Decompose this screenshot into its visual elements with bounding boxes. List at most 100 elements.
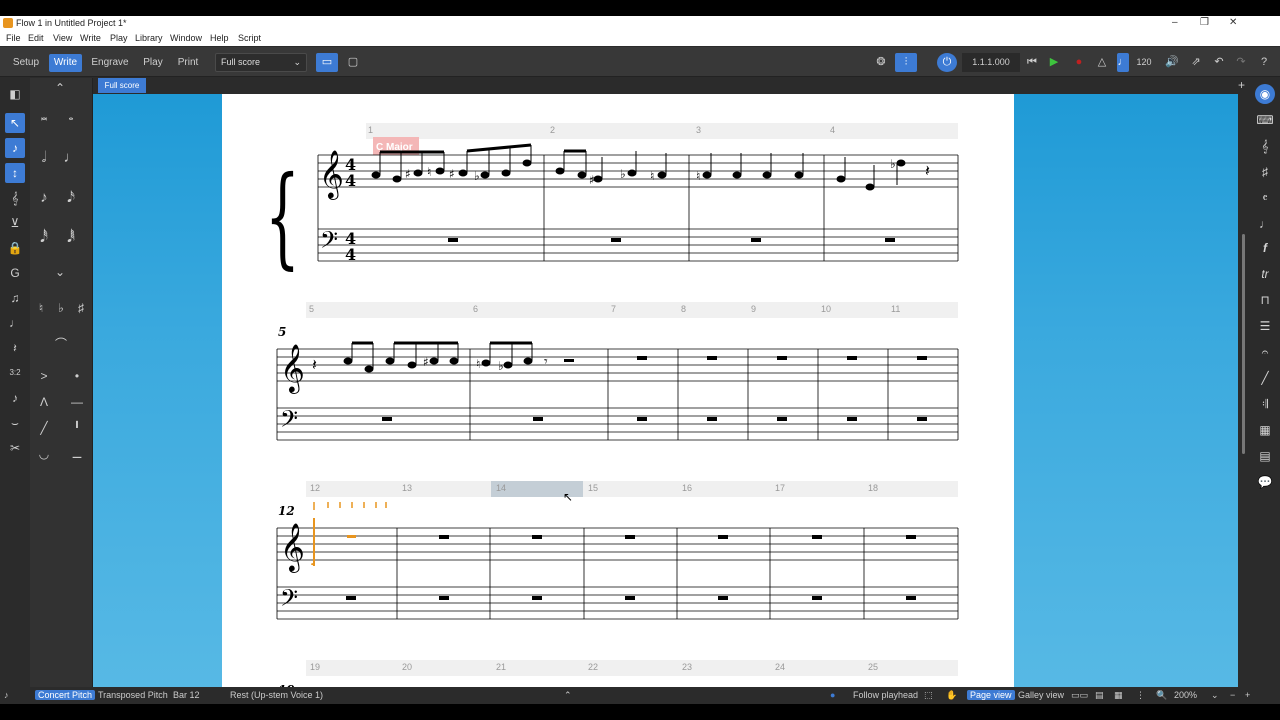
tuplet-icon[interactable]: 3:2 [5,363,25,383]
sliders-icon[interactable]: ⫶ [895,53,917,72]
page-view-toggle-icon[interactable]: ▭ [316,53,338,72]
zoom-out-icon[interactable]: − [1230,690,1235,700]
scrollbar-thumb[interactable] [1242,234,1245,454]
comments-icon[interactable]: 💬 [1255,472,1275,492]
follow-playhead-icon[interactable]: ● [830,690,835,700]
selected-rest[interactable] [347,535,356,538]
rewind-icon[interactable]: ⏮ [1024,53,1040,72]
note-icon[interactable]: ♩ [5,313,25,333]
menu-script[interactable]: Script [238,33,261,43]
close-button[interactable]: ✕ [1229,17,1237,28]
insert-mode-icon[interactable]: ↕ [5,163,25,183]
grace-note-icon[interactable]: ♪ [5,388,25,408]
tenuto-icon[interactable]: — [67,392,87,412]
chord-input-icon[interactable]: 𝄞 [5,188,25,208]
playing-technique-icon[interactable]: 𝄇 [1255,394,1275,414]
accent-icon[interactable]: > [34,366,54,386]
zoom-icon[interactable]: 🔍 [1156,690,1167,701]
redo-icon[interactable]: ↷ [1232,53,1250,72]
time-signature-icon[interactable]: 𝄴 [1255,188,1275,208]
spreads-icon[interactable]: ▭▭ [1071,690,1088,701]
mode-write[interactable]: Write [49,54,82,72]
power-icon[interactable]: ⏻ [937,53,957,72]
tenuto-staccato-icon[interactable]: ⚊ [67,444,87,464]
scissors-icon[interactable]: ✂ [5,438,25,458]
menu-write[interactable]: Write [80,33,101,43]
help-icon[interactable]: ? [1254,53,1274,72]
repeat-icon[interactable]: ⊓ [1255,290,1275,310]
record-icon[interactable]: ● [1071,53,1087,72]
dynamics-icon[interactable]: f [1255,238,1275,258]
score-notation[interactable]: 1 2 3 4 C Major { 𝄞 𝄢 4 4 4 4 ♯ ♮ ♯ ♭ ♯ … [222,94,1014,690]
maximize-button[interactable]: ❐ [1200,17,1209,28]
palette-icon[interactable]: ◉ [1255,84,1275,104]
zoom-level[interactable]: 200% [1174,690,1197,700]
concert-pitch-toggle[interactable]: Concert Pitch [35,690,96,700]
export-icon[interactable]: ⇗ [1187,53,1205,72]
note-input-status-icon[interactable]: ♪ [4,690,9,700]
mode-play[interactable]: Play [138,54,168,72]
panel-toggle-icon[interactable]: ◧ [5,84,25,104]
notes-bar-5-6[interactable] [343,341,533,373]
sharp-icon[interactable]: ♯ [71,298,91,318]
slash-voice-icon[interactable]: ⊻ [5,213,25,233]
holds-icon[interactable]: ☰ [1255,316,1275,336]
sixteenth-note-icon[interactable]: 𝅘𝅥𝅯 [61,188,81,208]
mode-print[interactable]: Print [172,54,204,72]
chevron-down-icon[interactable]: ⌄ [50,262,70,282]
force-duration-icon[interactable]: G [5,263,25,283]
whole-note-icon[interactable]: 𝅝 [61,106,81,126]
tempo-note-icon[interactable]: ♩ [1117,53,1129,72]
tempo-icon[interactable]: ♩ [1255,214,1275,234]
chevron-down-icon[interactable]: ⌄ [1211,690,1219,701]
notes-panel-icon[interactable]: ♫ [5,288,25,308]
menu-help[interactable]: Help [210,33,229,43]
sixty-fourth-note-icon[interactable]: 𝅘𝅥𝅱 [61,228,81,248]
slur-icon[interactable]: ⌒ [46,334,76,354]
rest-icon[interactable]: 𝄽 [5,338,25,358]
mode-engrave[interactable]: Engrave [88,54,132,72]
lyrics-icon[interactable]: ▤ [1255,446,1275,466]
tab-view-toggle-icon[interactable]: ▢ [342,53,364,72]
menu-window[interactable]: Window [170,33,202,43]
menu-library[interactable]: Library [135,33,163,43]
staccato-icon[interactable]: • [67,366,87,386]
thirty-second-note-icon[interactable]: 𝅘𝅥𝅰 [34,228,54,248]
keyboard-icon[interactable]: ⌨ [1255,110,1275,130]
quarter-note-icon[interactable]: ♩ [61,148,81,168]
mixer-icon[interactable]: ❂ [871,53,891,72]
tab-full-score[interactable]: Full score [98,78,146,93]
select-tool-icon[interactable]: ↖ [5,113,25,133]
transposed-pitch-toggle[interactable]: Transposed Pitch [95,690,171,700]
add-tab-icon[interactable]: + [1238,78,1245,92]
metronome-icon[interactable]: △ [1094,53,1110,72]
key-signature-icon[interactable]: ♯ [1255,162,1275,182]
page-arrangement-icon[interactable]: ⋮ [1136,690,1145,701]
minimize-button[interactable]: – [1172,17,1178,28]
zoom-in-icon[interactable]: + [1245,690,1250,700]
breve-icon[interactable]: 𝅜 [34,106,54,126]
menu-edit[interactable]: Edit [28,33,44,43]
natural-icon[interactable]: ♮ [31,298,51,318]
galley-view-button[interactable]: Galley view [1015,690,1067,700]
menu-view[interactable]: View [53,33,72,43]
line-icon[interactable]: ╱ [1255,368,1275,388]
stress-icon[interactable]: ╹ [67,418,87,438]
select-marquee-icon[interactable]: ⬚ [924,690,933,701]
menu-file[interactable]: File [6,33,21,43]
vertical-scrollbar[interactable] [1238,94,1250,690]
pages-grid-icon[interactable]: ▦ [1114,690,1123,701]
note-input-icon[interactable]: ♪ [5,138,25,158]
chevron-up-icon[interactable]: ⌃ [50,78,70,98]
tie-icon[interactable]: ◡ [34,444,54,464]
clef-icon[interactable]: 𝄞 [1255,136,1275,156]
volume-icon[interactable]: 🔊 [1163,53,1181,72]
ornaments-icon[interactable]: tr [1255,264,1275,284]
layout-selector[interactable]: Full score ⌄ [215,53,307,72]
tie-tool-icon[interactable]: ⌣ [5,413,25,433]
half-note-icon[interactable]: 𝅗𝅥 [34,148,54,168]
eighth-note-icon[interactable]: ♪ [34,188,54,208]
chevron-up-icon[interactable]: ⌃ [564,690,572,701]
flat-icon[interactable]: ♭ [51,298,71,318]
follow-playhead-label[interactable]: Follow playhead [853,690,918,700]
